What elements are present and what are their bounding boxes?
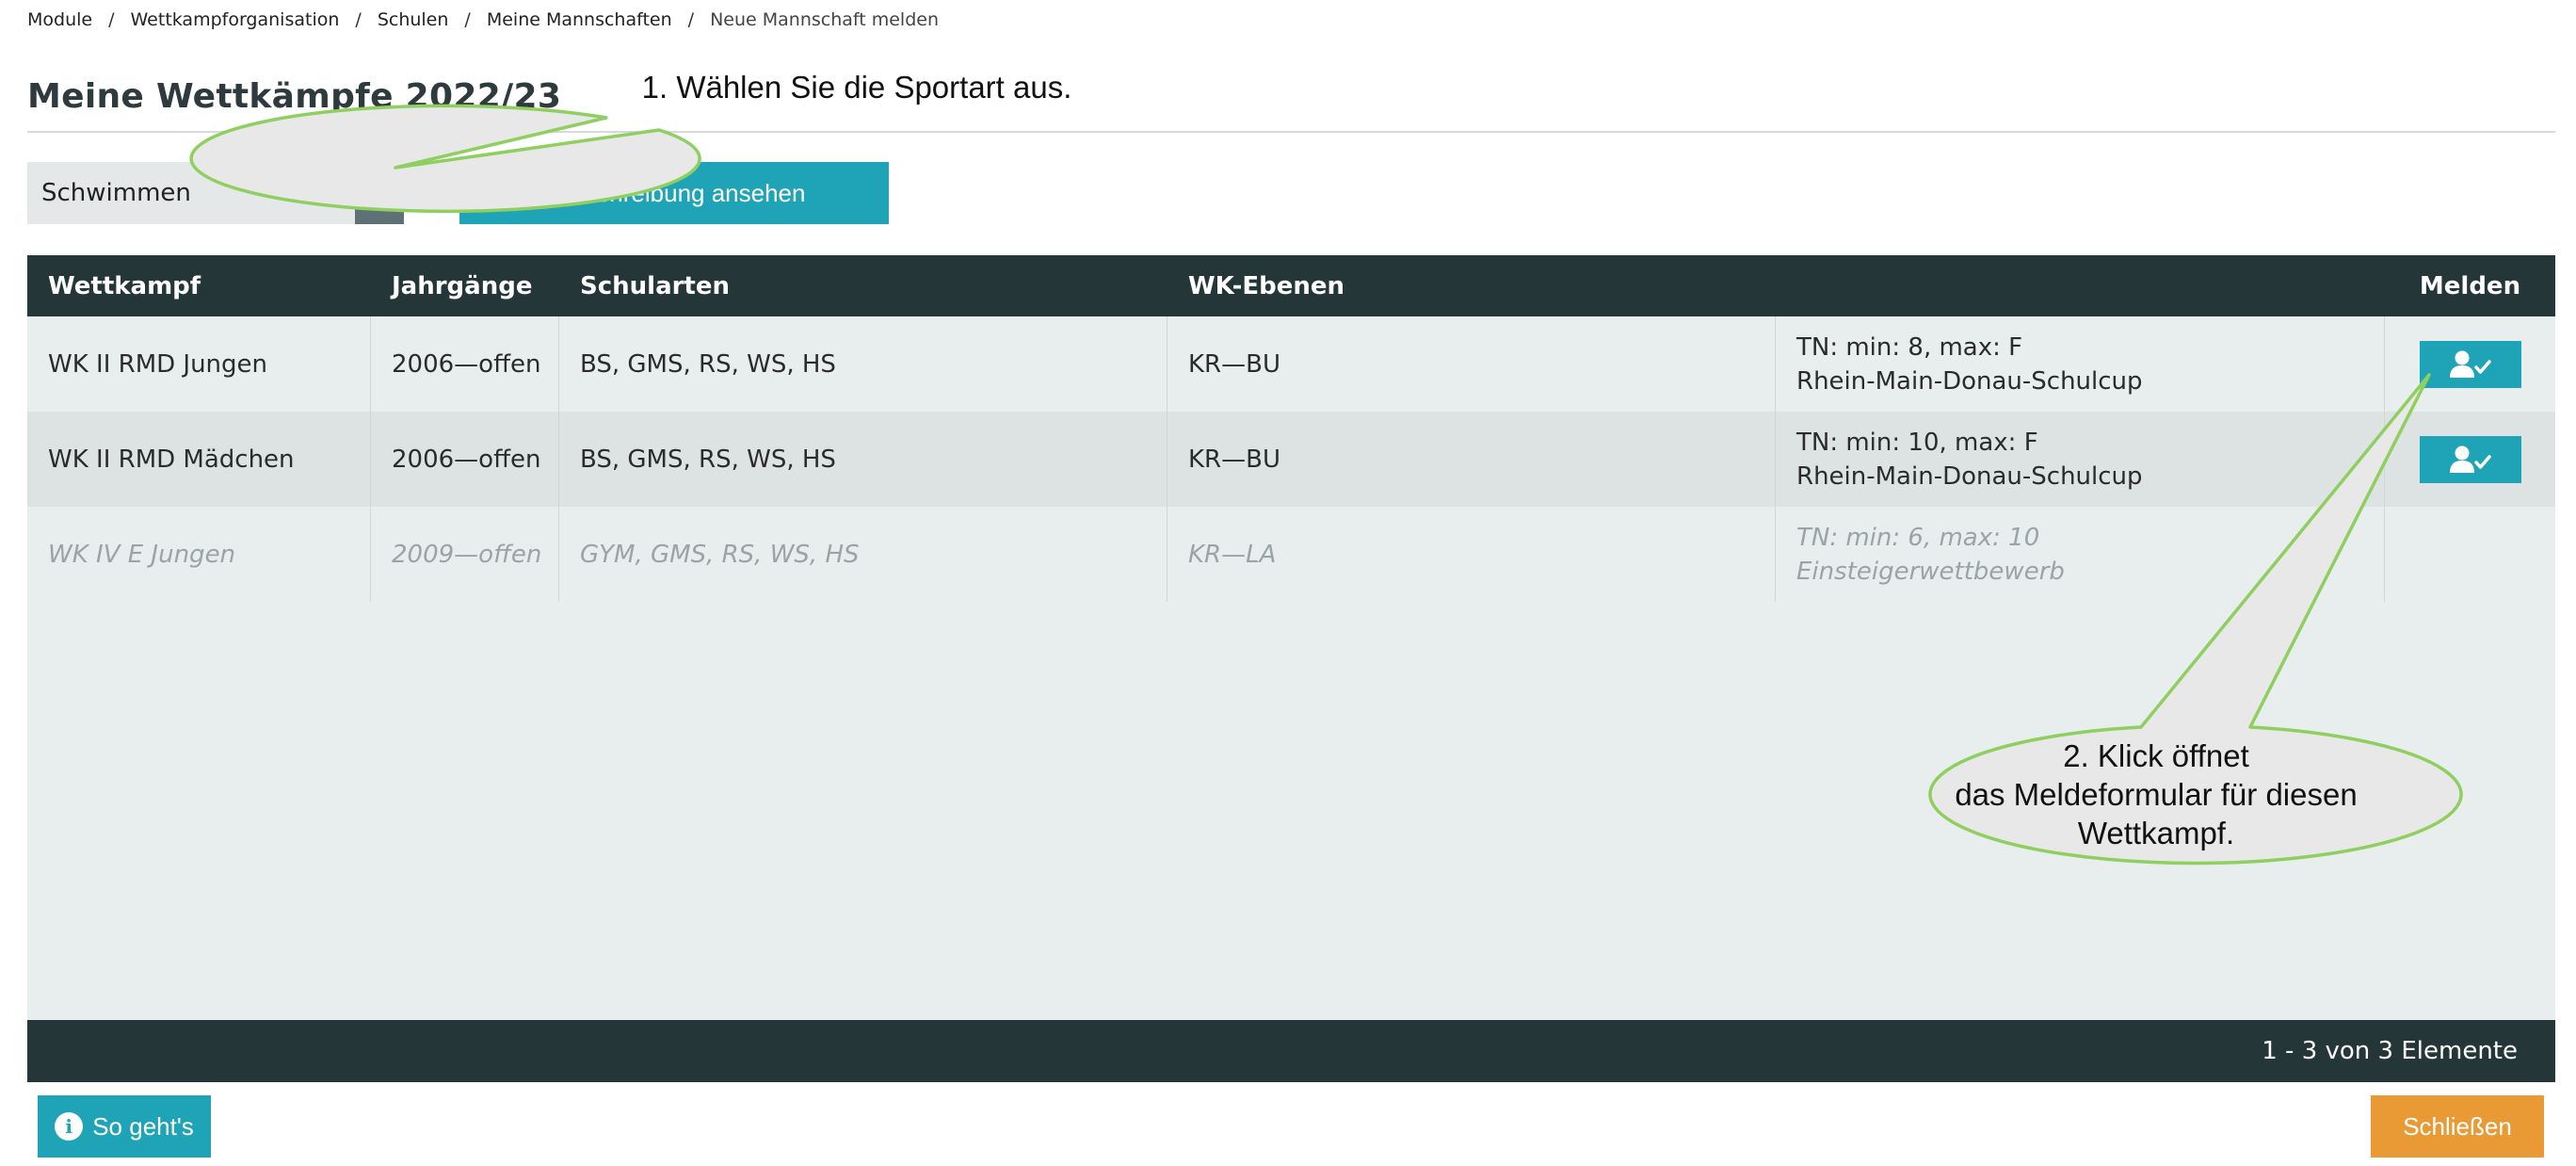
breadcrumb-item-module[interactable]: Module [27, 9, 92, 30]
column-header-jahrgaenge[interactable]: Jahrgänge [371, 255, 559, 316]
cell-wk-ebenen: KR—LA [1167, 507, 1776, 602]
caret-down-icon[interactable]: ▼ [355, 162, 404, 224]
cell-wettkampf: WK II RMD Mädchen [27, 412, 371, 507]
cell-schularten: BS, GMS, RS, WS, HS [559, 412, 1167, 507]
breadcrumb-separator: / [108, 9, 115, 30]
cell-jahrgaenge: 2006—offen [371, 412, 559, 507]
competition-table: Wettkampf Jahrgänge Schularten WK-Ebenen… [27, 255, 2555, 1082]
column-header-schularten[interactable]: Schularten [559, 255, 1167, 316]
breadcrumb-separator: / [687, 9, 695, 30]
table-row: WK II RMD Jungen 2006—offen BS, GMS, RS,… [27, 316, 2555, 412]
cell-melden [2385, 316, 2555, 412]
pager-info: 1 - 3 von 3 Elemente [2262, 1037, 2518, 1065]
breadcrumb-separator: / [355, 9, 362, 30]
cell-info: TN: min: 8, max: F Rhein-Main-Donau-Schu… [1776, 316, 2385, 412]
cell-melden-empty [2385, 507, 2555, 602]
breadcrumb-separator: / [464, 9, 471, 30]
cell-info-teilnehmer: TN: min: 10, max: F [1796, 428, 2038, 457]
close-button[interactable]: Schließen [2371, 1095, 2544, 1158]
user-check-icon [2449, 350, 2491, 378]
melden-button[interactable] [2419, 340, 2521, 388]
cell-wettkampf: WK IV E Jungen [27, 507, 371, 602]
breadcrumb: Module / Wettkampforganisation / Schulen… [27, 8, 939, 32]
so-gehts-label: So geht's [92, 1111, 194, 1141]
cell-info-teilnehmer: TN: min: 8, max: F [1796, 332, 2023, 362]
table-header: Wettkampf Jahrgänge Schularten WK-Ebenen… [27, 255, 2555, 316]
cell-jahrgaenge: 2006—offen [371, 316, 559, 412]
cell-schularten: GYM, GMS, RS, WS, HS [559, 507, 1167, 602]
cell-jahrgaenge: 2009—offen [371, 507, 559, 602]
cell-info: TN: min: 6, max: 10 Einsteigerwettbewerb [1776, 507, 2385, 602]
callout-1-text: 1. Wählen Sie die Sportart aus. [641, 70, 1072, 105]
sport-select-value: Schwimmen [41, 179, 191, 207]
column-header-melden: Melden [2419, 271, 2521, 300]
cell-wk-ebenen: KR—BU [1167, 412, 1776, 507]
title-divider [27, 131, 2555, 133]
callout-2-line: das Meldeformular für diesen [1955, 777, 2358, 812]
breadcrumb-item-schulen[interactable]: Schulen [378, 9, 449, 30]
user-check-icon [2449, 445, 2491, 473]
table-pager: 1 - 3 von 3 Elemente [27, 1020, 2555, 1082]
column-header-wk-ebenen[interactable]: WK-Ebenen [1167, 255, 1776, 316]
sport-select[interactable]: Schwimmen ▼ [27, 162, 404, 224]
cell-info-bezeichnung: Rhein-Main-Donau-Schulcup [1796, 462, 2143, 491]
melden-button[interactable] [2419, 435, 2521, 483]
cell-info-bezeichnung: Rhein-Main-Donau-Schulcup [1796, 366, 2143, 396]
breadcrumb-item-meine-mannschaften[interactable]: Meine Mannschaften [487, 9, 672, 30]
ausschreibung-button[interactable]: Ausschreibung ansehen [459, 162, 889, 224]
info-icon: i [55, 1112, 84, 1141]
cell-wettkampf: WK II RMD Jungen [27, 316, 371, 412]
so-gehts-button[interactable]: i So geht's [38, 1095, 211, 1158]
page-title: Meine Wettkämpfe 2022/23 [27, 77, 562, 116]
table-row: WK II RMD Mädchen 2006—offen BS, GMS, RS… [27, 412, 2555, 507]
column-header-info [1776, 255, 2385, 316]
breadcrumb-item-current: Neue Mannschaft melden [710, 9, 939, 30]
cell-wk-ebenen: KR—BU [1167, 316, 1776, 412]
cell-schularten: BS, GMS, RS, WS, HS [559, 316, 1167, 412]
callout-2-line: 2. Klick öffnet [2063, 738, 2249, 773]
callout-2-line: Wettkampf. [2077, 816, 2235, 850]
cell-melden [2385, 412, 2555, 507]
cell-info-bezeichnung: Einsteigerwettbewerb [1796, 557, 2065, 586]
cell-info-teilnehmer: TN: min: 6, max: 10 [1796, 523, 2040, 552]
table-row: WK IV E Jungen 2009—offen GYM, GMS, RS, … [27, 507, 2555, 602]
breadcrumb-item-wettkampforganisation[interactable]: Wettkampforganisation [131, 9, 340, 30]
column-header-wettkampf[interactable]: Wettkampf [27, 255, 371, 316]
callout-2-text: 2. Klick öffnet das Meldeformular für di… [1911, 737, 2401, 852]
cell-info: TN: min: 10, max: F Rhein-Main-Donau-Sch… [1776, 412, 2385, 507]
